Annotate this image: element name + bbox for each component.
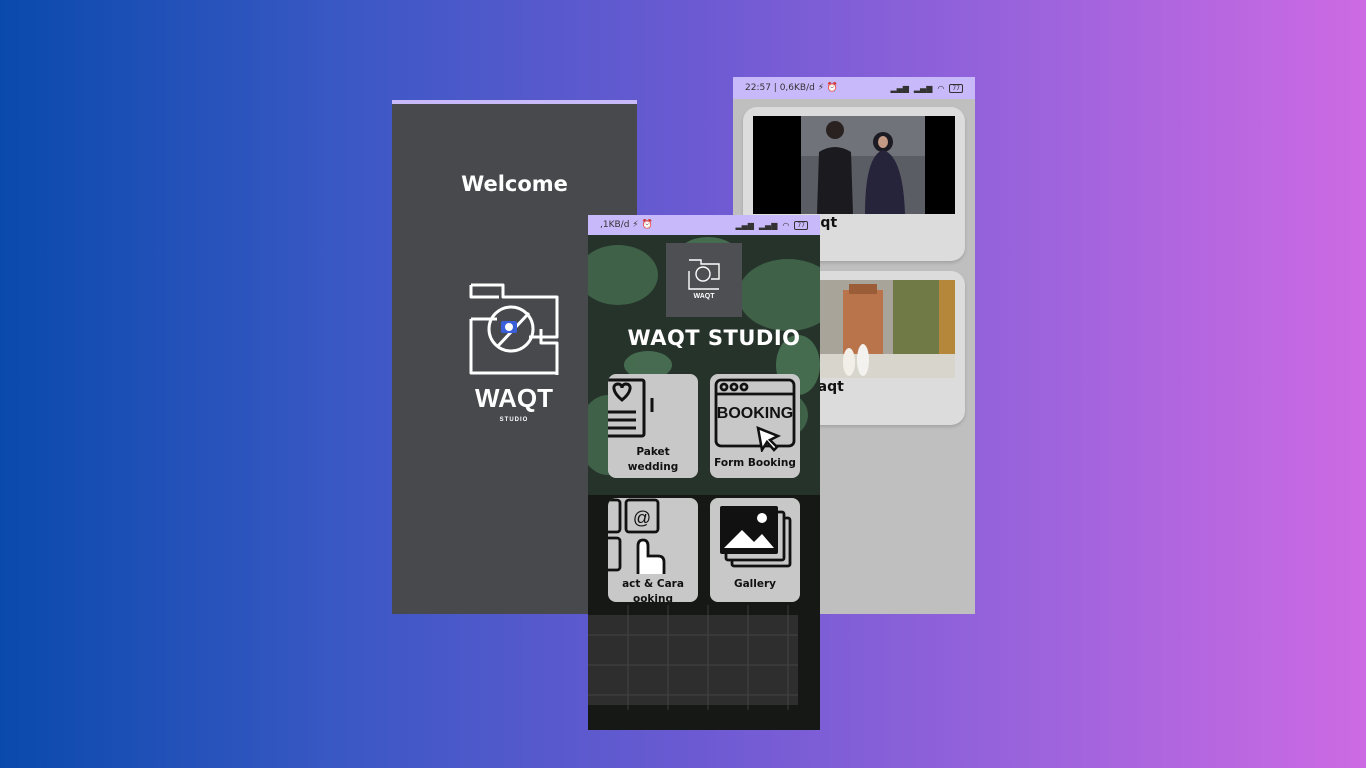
welcome-title: Welcome [461, 172, 568, 196]
tile-contact-label-2: ooking [632, 593, 673, 602]
tile-wedding-label-1: Paket [636, 446, 670, 458]
booking-icon-text: BOOKING [717, 405, 793, 422]
status-speed-value: ,1KB/d [600, 220, 630, 230]
tile-wedding-package[interactable]: Paket wedding [608, 374, 698, 478]
waqt-studio-logo: WAQT STUDIO [467, 283, 563, 425]
status-speed: 0,6KB/d [779, 83, 815, 93]
tile-booking-label: Form Booking [714, 457, 796, 469]
logo-subtext: STUDIO [500, 417, 529, 423]
svg-text:@: @ [633, 508, 651, 528]
tile-gallery[interactable]: Gallery [710, 498, 800, 602]
wedding-package-icon [608, 378, 654, 438]
status-bar [392, 100, 637, 104]
signal-icon: ▂▄▆ [890, 83, 909, 93]
status-bar: ,1KB/d ⚡ ⏰ ▂▄▆ ▂▄▆ ◠ 77 [588, 215, 820, 235]
contact-icon: @ [608, 498, 666, 574]
status-time-speed: 22:57 | 0,6KB/d ⚡ ⏰ [745, 83, 839, 93]
main-menu-screen: ,1KB/d ⚡ ⏰ ▂▄▆ ▂▄▆ ◠ 77 WAQT WAQT STUDIO… [588, 215, 820, 730]
couple-photo-indoor [753, 116, 955, 214]
status-time: 22:57 [745, 83, 771, 93]
menu-logo-text: WAQT [694, 293, 716, 300]
status-icons: ▂▄▆ ▂▄▆ ◠ 77 [890, 83, 963, 93]
signal-icon-2: ▂▄▆ [758, 220, 778, 230]
menu-title: WAQT STUDIO [627, 326, 801, 350]
tile-gallery-label: Gallery [733, 578, 777, 590]
logo-wordmark: WAQT STUDIO [475, 383, 553, 423]
status-icons: ▂▄▆ ▂▄▆ ◠ 77 [735, 220, 808, 230]
wifi-icon: ◠ [782, 220, 790, 230]
tile-form-booking[interactable]: BOOKING Form Booking [710, 374, 800, 478]
signal-icon: ▂▄▆ [735, 220, 754, 230]
wifi-icon: ◠ [937, 83, 945, 93]
signal-icon-2: ▂▄▆ [913, 83, 933, 93]
logo-text: WAQT [475, 383, 553, 413]
battery-icon: 77 [794, 220, 808, 230]
battery-icon: 77 [949, 83, 963, 93]
booking-icon: BOOKING [714, 378, 796, 452]
tile-contact-label-1: act & Cara [622, 578, 684, 590]
tile-wedding-label-2: wedding [627, 461, 679, 473]
status-speed: ,1KB/d ⚡ ⏰ [600, 220, 653, 230]
status-bar: 22:57 | 0,6KB/d ⚡ ⏰ ▂▄▆ ▂▄▆ ◠ 77 [733, 77, 975, 99]
gallery-icon [720, 506, 792, 568]
menu-logo: WAQT [666, 243, 742, 317]
tile-contact-booking[interactable]: @ act & Cara ooking [608, 498, 698, 602]
